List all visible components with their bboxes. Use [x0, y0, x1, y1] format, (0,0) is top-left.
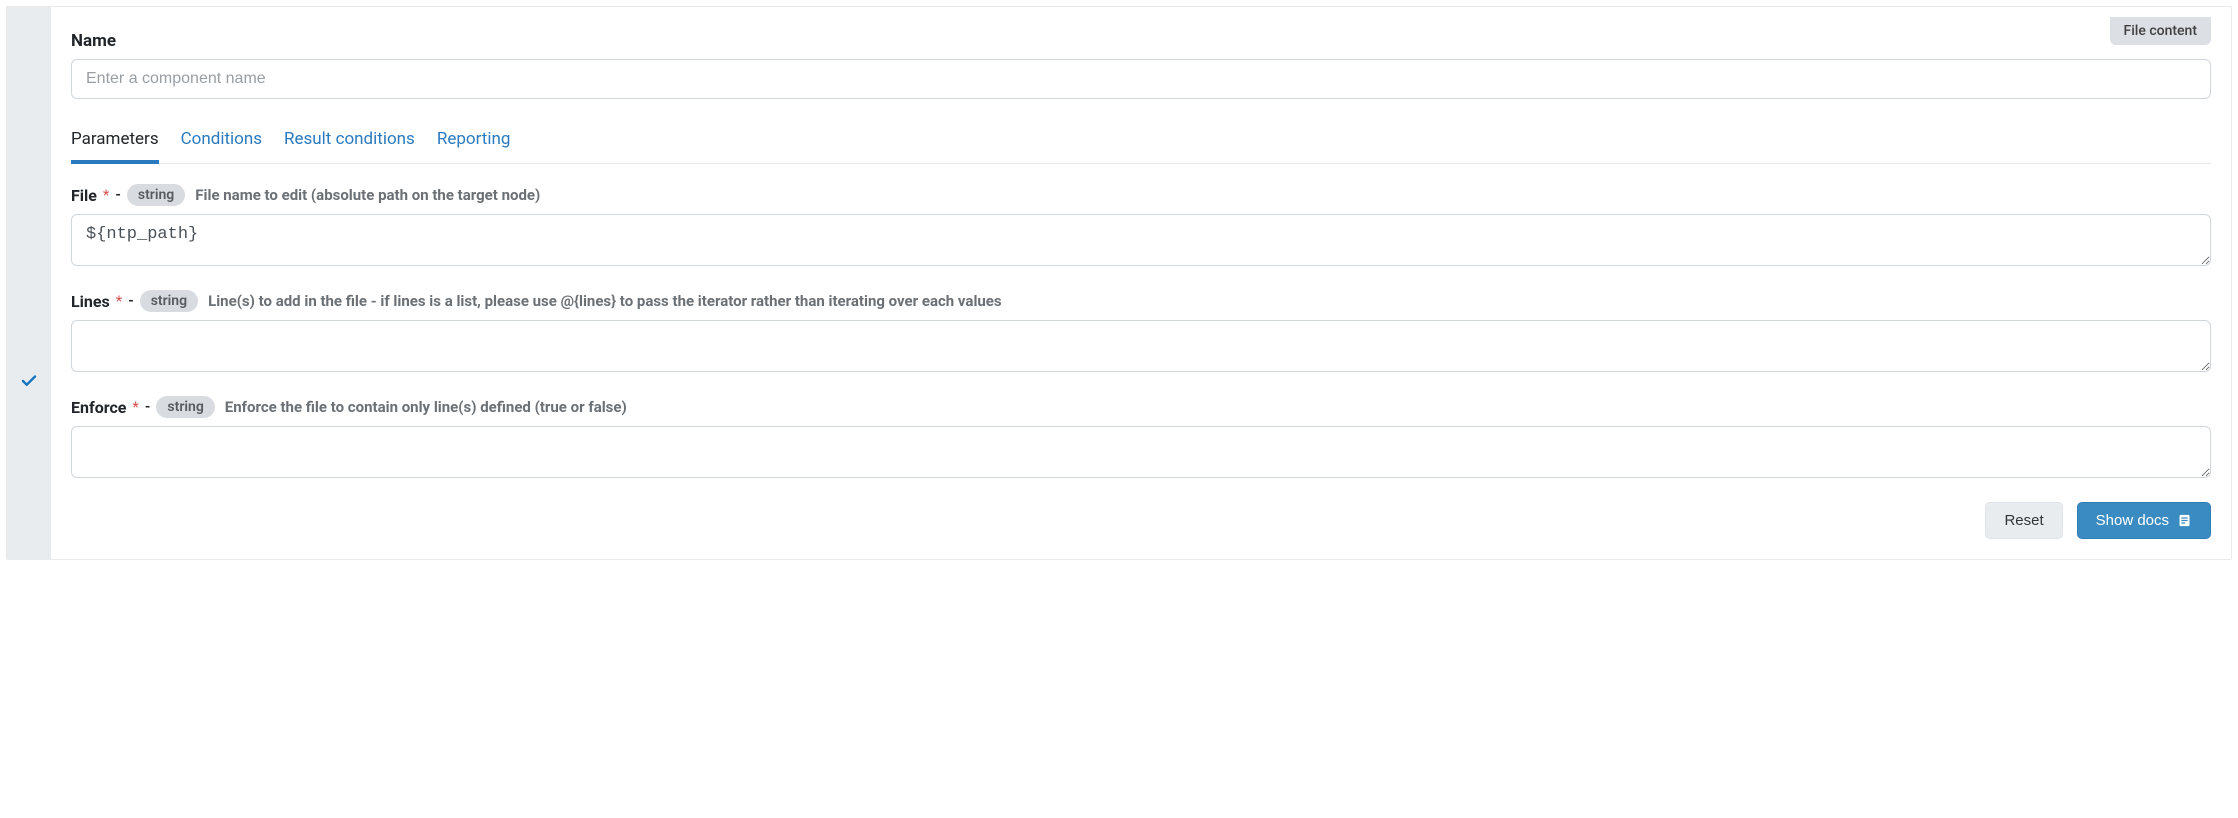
param-lines-dash: -: [128, 293, 134, 309]
param-lines-label-row: Lines * - string Line(s) to add in the f…: [71, 290, 2211, 312]
param-file-name: File: [71, 186, 97, 205]
param-enforce-label-row: Enforce * - string Enforce the file to c…: [71, 396, 2211, 418]
show-docs-label: Show docs: [2096, 512, 2169, 529]
enforce-input[interactable]: [71, 426, 2211, 478]
name-input[interactable]: [71, 59, 2211, 99]
tab-conditions[interactable]: Conditions: [181, 121, 262, 163]
category-badge: File content: [2110, 17, 2212, 45]
param-file: File * - string File name to edit (absol…: [71, 184, 2211, 270]
param-file-desc: File name to edit (absolute path on the …: [195, 186, 540, 204]
required-star: *: [103, 186, 109, 204]
param-file-dash: -: [115, 187, 121, 203]
tabs-nav: Parameters Conditions Result conditions …: [71, 121, 2211, 164]
required-star: *: [132, 398, 138, 416]
footer-actions: Reset Show docs: [71, 502, 2211, 539]
docs-icon: [2177, 513, 2192, 528]
type-badge: string: [127, 184, 185, 206]
main-content: File content Name Parameters Conditions …: [51, 7, 2231, 559]
lines-input[interactable]: [71, 320, 2211, 372]
tab-reporting[interactable]: Reporting: [437, 121, 511, 163]
tab-result-conditions[interactable]: Result conditions: [284, 121, 415, 163]
type-badge: string: [156, 396, 214, 418]
param-enforce-name: Enforce: [71, 398, 126, 417]
reset-button[interactable]: Reset: [1985, 502, 2062, 539]
param-enforce: Enforce * - string Enforce the file to c…: [71, 396, 2211, 482]
required-star: *: [116, 292, 122, 310]
tab-parameters[interactable]: Parameters: [71, 121, 159, 163]
file-input[interactable]: [71, 214, 2211, 266]
left-sidebar: [7, 7, 51, 559]
param-lines-desc: Line(s) to add in the file - if lines is…: [208, 292, 1002, 310]
param-enforce-desc: Enforce the file to contain only line(s)…: [225, 398, 627, 416]
param-lines-name: Lines: [71, 292, 110, 311]
param-file-label-row: File * - string File name to edit (absol…: [71, 184, 2211, 206]
name-label: Name: [71, 31, 2211, 51]
type-badge: string: [140, 290, 198, 312]
param-enforce-dash: -: [145, 399, 151, 415]
component-panel: File content Name Parameters Conditions …: [6, 6, 2232, 560]
param-lines: Lines * - string Line(s) to add in the f…: [71, 290, 2211, 376]
show-docs-button[interactable]: Show docs: [2077, 502, 2211, 539]
check-icon: [20, 372, 38, 395]
